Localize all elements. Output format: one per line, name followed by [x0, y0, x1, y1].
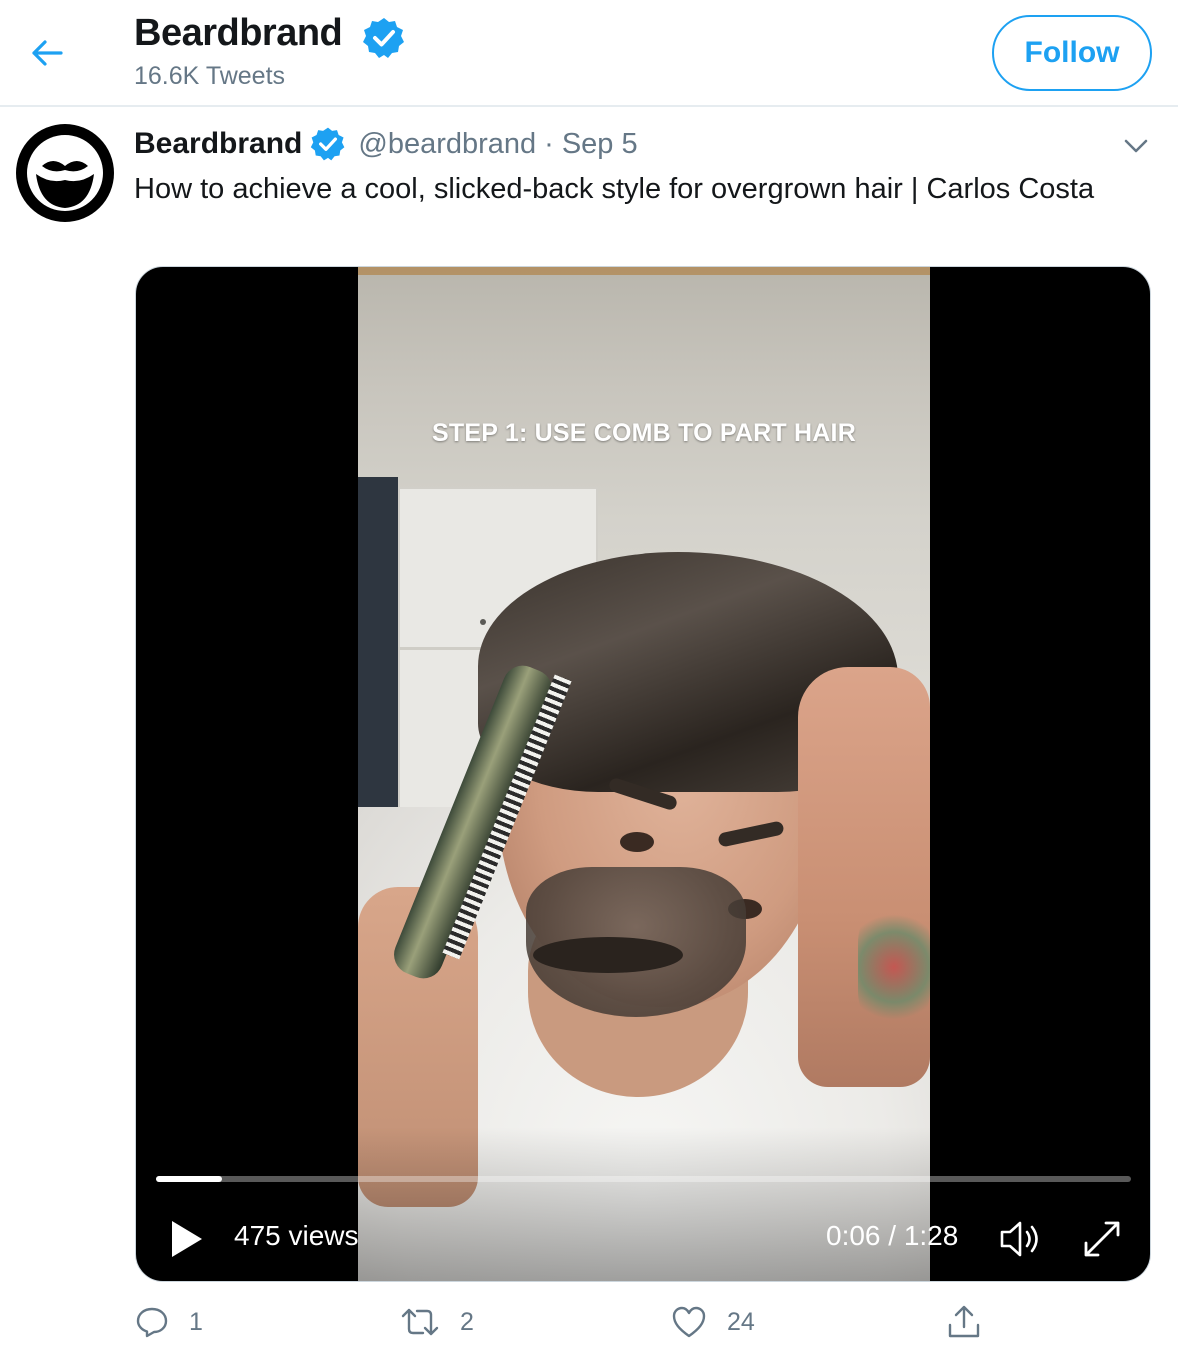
separator: ·	[544, 127, 554, 160]
reply-count: 1	[189, 1307, 203, 1336]
like-icon	[672, 1306, 706, 1338]
profile-name: Beardbrand	[134, 12, 343, 54]
tweet-date[interactable]: Sep 5	[562, 128, 638, 161]
volume-icon	[1000, 1221, 1038, 1257]
back-arrow-icon	[32, 40, 63, 66]
retweet-button[interactable]: 2	[400, 1300, 474, 1344]
volume-button[interactable]	[998, 1217, 1046, 1261]
avatar[interactable]	[16, 124, 114, 222]
view-count: 475 views	[234, 1220, 359, 1251]
back-button[interactable]	[22, 30, 72, 76]
beard-logo-icon	[19, 127, 111, 219]
video-progress-fill	[156, 1176, 223, 1182]
profile-header: Beardbrand 16.6K Tweets Follow	[0, 0, 1178, 107]
share-button[interactable]	[946, 1300, 982, 1344]
video-caption: STEP 1: USE COMB TO PART HAIR	[432, 419, 856, 447]
tweet-actions: 1 2 24	[0, 1300, 1178, 1344]
like-count: 24	[727, 1307, 755, 1336]
tweet-author-name[interactable]: Beardbrand	[134, 127, 302, 161]
fullscreen-icon	[1084, 1221, 1120, 1257]
chevron-down-icon	[1124, 139, 1148, 153]
reply-button[interactable]: 1	[135, 1300, 203, 1344]
tweet-handle[interactable]: @beardbrand	[358, 128, 536, 161]
share-icon	[948, 1305, 980, 1338]
fullscreen-button[interactable]	[1080, 1217, 1124, 1261]
tweet-menu-button[interactable]	[1118, 128, 1154, 164]
video-progress-bar[interactable]	[156, 1176, 1131, 1182]
play-icon	[172, 1221, 202, 1257]
tweet-text: How to achieve a cool, slicked-back styl…	[134, 173, 1095, 205]
video-player[interactable]: STEP 1: USE COMB TO PART HAIR 475 views …	[135, 266, 1151, 1282]
video-time: 0:06 / 1:28	[826, 1220, 959, 1251]
play-button[interactable]	[166, 1217, 206, 1261]
tweet-header: Beardbrand @beardbrand · Sep 5	[134, 124, 638, 164]
follow-button[interactable]: Follow	[992, 15, 1152, 91]
like-button[interactable]: 24	[671, 1300, 755, 1344]
tweet-count: 16.6K Tweets	[134, 62, 286, 90]
retweet-count: 2	[460, 1307, 474, 1336]
retweet-icon	[401, 1308, 439, 1336]
reply-icon	[136, 1307, 168, 1338]
verified-icon	[363, 18, 404, 58]
verified-icon	[311, 127, 345, 161]
